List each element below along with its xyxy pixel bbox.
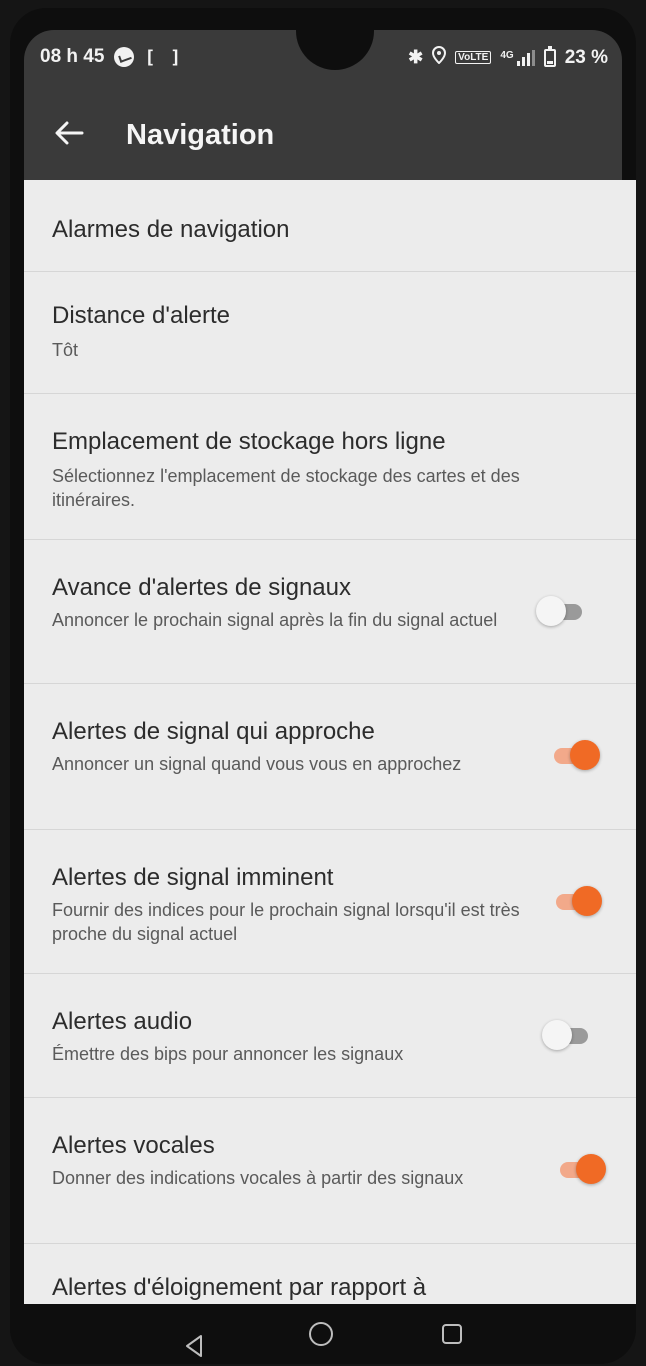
arrow-left-icon[interactable] (54, 118, 114, 152)
signal-icon: 4G (500, 49, 535, 66)
setting-title: Alertes audio (52, 1008, 193, 1035)
location-icon (432, 45, 447, 69)
setting-title: Avance d'alertes de signaux (52, 574, 352, 601)
setting-title: Distance d'alerte (52, 302, 231, 329)
home-circle-icon[interactable] (308, 1321, 334, 1347)
setting-summary: Donner des indications vocales à partir … (52, 1168, 464, 1188)
battery-icon (543, 45, 556, 67)
setting-offline-storage[interactable]: Emplacement de stockage hors ligne Sélec… (24, 394, 636, 540)
setting-summary: Fournir des indices pour le prochain sig… (52, 900, 520, 944)
toggle-switch[interactable] (554, 1154, 606, 1184)
toggle-switch[interactable] (536, 596, 588, 626)
setting-audio-alerts[interactable]: Alertes audio Émettre des bips pour anno… (24, 974, 636, 1098)
toggle-switch[interactable] (550, 886, 602, 916)
setting-title: Alertes de signal qui approche (52, 718, 375, 745)
setting-title: Alarmes de navigation (52, 216, 290, 243)
status-bar: 08 h 45 [ ] ✱ VoLTE 4G 23 % (24, 26, 622, 90)
setting-summary: Sélectionnez l'emplacement de stockage d… (52, 466, 520, 510)
setting-title: Emplacement de stockage hors ligne (52, 428, 446, 455)
recents-square-icon[interactable] (441, 1323, 463, 1345)
network-type: 4G (500, 49, 514, 61)
toggle-switch[interactable] (548, 740, 600, 770)
setting-title: Alertes de signal imminent (52, 864, 334, 891)
phone-frame: 08 h 45 [ ] ✱ VoLTE 4G 23 % Navigation A… (10, 8, 636, 1364)
settings-list[interactable]: Alarmes de navigation Distance d'alerte … (24, 180, 636, 1304)
system-nav-bar (10, 1304, 636, 1364)
app-bar: Navigation (24, 90, 622, 180)
setting-alert-distance[interactable]: Distance d'alerte Tôt (24, 272, 636, 394)
volte-icon: VoLTE (455, 51, 492, 64)
messenger-icon (114, 47, 135, 67)
toggle-switch[interactable] (542, 1020, 594, 1050)
back-triangle-icon[interactable] (183, 1323, 203, 1357)
setting-distance-alerts[interactable]: Alertes d'éloignement par rapport à (24, 1244, 636, 1304)
battery-percent: 23 % (564, 46, 608, 68)
setting-title: Alertes vocales (52, 1132, 215, 1159)
setting-summary: Annoncer le prochain signal après la fin… (52, 610, 498, 630)
setting-signal-advance-alerts[interactable]: Avance d'alertes de signaux Annoncer le … (24, 540, 636, 684)
setting-approaching-signal-alerts[interactable]: Alertes de signal qui approche Annoncer … (24, 684, 636, 830)
setting-navigation-alarms[interactable]: Alarmes de navigation (24, 180, 636, 272)
status-time: 08 h 45 (40, 46, 105, 67)
page-title: Navigation (126, 118, 275, 151)
bluetooth-icon: ✱ (408, 47, 424, 67)
setting-voice-alerts[interactable]: Alertes vocales Donner des indications v… (24, 1098, 636, 1244)
camera-notch (296, 26, 374, 70)
setting-summary: Tôt (52, 340, 79, 360)
screenshot-icon: [ ] (144, 46, 183, 68)
setting-summary: Émettre des bips pour annoncer les signa… (52, 1044, 404, 1064)
setting-imminent-signal-alerts[interactable]: Alertes de signal imminent Fournir des i… (24, 830, 636, 974)
setting-title: Alertes d'éloignement par rapport à (52, 1274, 427, 1301)
setting-summary: Annoncer un signal quand vous vous en ap… (52, 754, 462, 774)
